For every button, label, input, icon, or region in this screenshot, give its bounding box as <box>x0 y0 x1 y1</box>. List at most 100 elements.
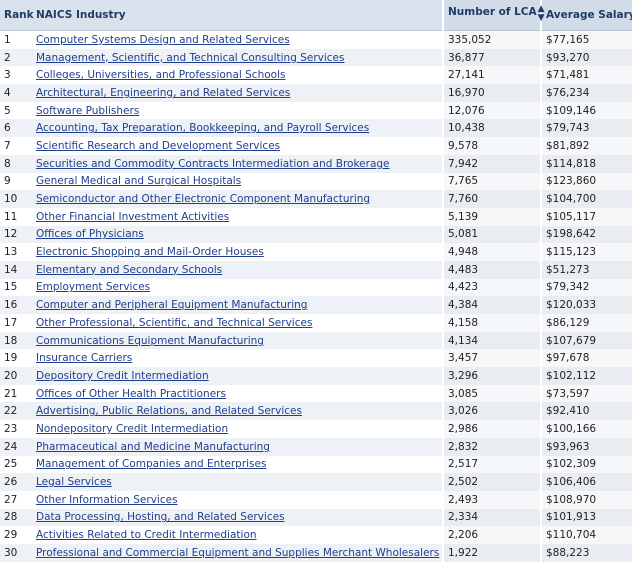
industry-link[interactable]: Scientific Research and Development Serv… <box>36 140 280 152</box>
industry-link[interactable]: Other Professional, Scientific, and Tech… <box>36 317 312 329</box>
industry-link[interactable]: Pharmaceutical and Medicine Manufacturin… <box>36 441 270 453</box>
average-salary-cell: $110,704 <box>540 526 632 544</box>
industry-link[interactable]: Offices of Physicians <box>36 228 144 240</box>
lca-count-cell: 1,922 <box>442 543 541 562</box>
rank-cell: 26 <box>0 473 32 491</box>
average-salary-cell: $92,410 <box>540 402 632 421</box>
lca-count-cell: 4,483 <box>442 260 541 279</box>
lca-count-cell: 2,986 <box>442 420 541 438</box>
industry-cell: Advertising, Public Relations, and Relat… <box>32 402 443 421</box>
industry-link[interactable]: Activities Related to Credit Intermediat… <box>36 529 257 541</box>
industry-link[interactable]: Professional and Commercial Equipment an… <box>36 547 439 559</box>
rank-cell: 16 <box>0 296 32 314</box>
rank-cell: 18 <box>0 331 32 350</box>
rank-cell: 10 <box>0 190 32 208</box>
rank-cell: 21 <box>0 384 32 403</box>
rank-cell: 15 <box>0 278 32 297</box>
industry-column-header[interactable]: NAICS Industry <box>32 0 443 31</box>
table-row: 6 Accounting, Tax Preparation, Bookkeepin… <box>0 119 632 138</box>
lca-count-cell: 5,139 <box>442 207 541 226</box>
lca-count-cell: 10,438 <box>442 119 541 138</box>
industry-link[interactable]: General Medical and Surgical Hospitals <box>36 175 241 187</box>
industry-link[interactable]: Software Publishers <box>36 105 139 117</box>
sort-arrows-icon[interactable]: ▲ ▼ <box>538 5 545 23</box>
industry-link[interactable]: Data Processing, Hosting, and Related Se… <box>36 511 285 523</box>
industry-link[interactable]: Computer and Peripheral Equipment Manufa… <box>36 299 307 311</box>
rank-cell: 25 <box>0 455 32 474</box>
industry-link[interactable]: Architectural, Engineering, and Related … <box>36 87 290 99</box>
industry-link[interactable]: Offices of Other Health Practitioners <box>36 388 226 400</box>
table-header: Rank NAICS Industry Number of LCA▲ ▼ Aver… <box>0 0 636 31</box>
industry-link[interactable]: Securities and Commodity Contracts Inter… <box>36 158 390 170</box>
lca-industry-table-view: Rank NAICS Industry Number of LCA▲ ▼ Aver… <box>0 0 640 562</box>
rank-column-header[interactable]: Rank <box>0 0 34 31</box>
lca-count-cell: 2,502 <box>442 473 541 491</box>
rank-cell: 27 <box>0 490 32 509</box>
industry-cell: Computer Systems Design and Related Serv… <box>32 30 443 49</box>
rank-cell: 5 <box>0 101 32 120</box>
rank-cell: 11 <box>0 207 32 226</box>
industry-link[interactable]: Nondepository Credit Intermediation <box>36 423 228 435</box>
industry-link[interactable]: Insurance Carriers <box>36 352 132 364</box>
industry-cell: Scientific Research and Development Serv… <box>32 137 443 155</box>
average-salary-cell: $77,165 <box>540 30 632 49</box>
average-salary-column-header[interactable]: Average Salary <box>540 0 636 31</box>
lca-count-cell: 2,493 <box>442 490 541 509</box>
rank-cell: 7 <box>0 137 32 155</box>
industry-cell: Management of Companies and Enterprises <box>32 455 443 474</box>
industry-link[interactable]: Semiconductor and Other Electronic Compo… <box>36 193 370 205</box>
industry-link[interactable]: Legal Services <box>36 476 112 488</box>
industry-cell: Colleges, Universities, and Professional… <box>32 66 443 85</box>
table-row: 4 Architectural, Engineering, and Related… <box>0 84 632 102</box>
industry-cell: Other Professional, Scientific, and Tech… <box>32 314 443 332</box>
industry-cell: Pharmaceutical and Medicine Manufacturin… <box>32 437 443 456</box>
industry-link[interactable]: Electronic Shopping and Mail-Order House… <box>36 246 264 258</box>
average-salary-cell: $120,033 <box>540 296 632 314</box>
industry-link[interactable]: Other Financial Investment Activities <box>36 211 229 223</box>
industry-link[interactable]: Advertising, Public Relations, and Relat… <box>36 405 302 417</box>
lca-count-cell: 9,578 <box>442 137 541 155</box>
rank-cell: 29 <box>0 526 32 544</box>
industry-link[interactable]: Colleges, Universities, and Professional… <box>36 69 285 81</box>
industry-cell: Management, Scientific, and Technical Co… <box>32 48 443 67</box>
industry-link[interactable]: Elementary and Secondary Schools <box>36 264 222 276</box>
lca-count-cell: 2,517 <box>442 455 541 474</box>
average-salary-cell: $88,223 <box>540 543 632 562</box>
table-row: 23 Nondepository Credit Intermediation 2,9… <box>0 420 632 438</box>
rank-cell: 19 <box>0 349 32 368</box>
average-salary-cell: $105,117 <box>540 207 632 226</box>
industry-link[interactable]: Management of Companies and Enterprises <box>36 458 266 470</box>
industry-link[interactable]: Employment Services <box>36 281 150 293</box>
average-salary-cell: $115,123 <box>540 243 632 261</box>
average-salary-cell: $109,146 <box>540 101 632 120</box>
industry-link[interactable]: Computer Systems Design and Related Serv… <box>36 34 290 46</box>
industry-link[interactable]: Management, Scientific, and Technical Co… <box>36 52 344 64</box>
average-salary-cell: $71,481 <box>540 66 632 85</box>
rank-cell: 17 <box>0 314 32 332</box>
lca-count-cell: 4,134 <box>442 331 541 350</box>
industry-link[interactable]: Accounting, Tax Preparation, Bookkeeping… <box>36 122 369 134</box>
rank-cell: 4 <box>0 84 32 102</box>
rank-cell: 24 <box>0 437 32 456</box>
average-salary-cell: $100,166 <box>540 420 632 438</box>
industry-link[interactable]: Depository Credit Intermediation <box>36 370 209 382</box>
industry-cell: General Medical and Surgical Hospitals <box>32 172 443 191</box>
industry-link[interactable]: Communications Equipment Manufacturing <box>36 335 264 347</box>
average-salary-cell: $79,342 <box>540 278 632 297</box>
average-salary-cell: $101,913 <box>540 508 632 527</box>
lca-count-cell: 27,141 <box>442 66 541 85</box>
average-salary-cell: $108,970 <box>540 490 632 509</box>
table-row: 13 Electronic Shopping and Mail-Order Hou… <box>0 243 632 261</box>
industry-cell: Employment Services <box>32 278 443 297</box>
industry-cell: Securities and Commodity Contracts Inter… <box>32 154 443 173</box>
average-salary-cell: $102,309 <box>540 455 632 474</box>
rank-cell: 22 <box>0 402 32 421</box>
page-edge <box>632 0 640 562</box>
industry-link[interactable]: Other Information Services <box>36 494 178 506</box>
rank-cell: 9 <box>0 172 32 191</box>
rank-cell: 28 <box>0 508 32 527</box>
industry-cell: Nondepository Credit Intermediation <box>32 420 443 438</box>
average-salary-cell: $93,963 <box>540 437 632 456</box>
lca-count-column-header[interactable]: Number of LCA▲ ▼ <box>442 0 545 31</box>
table-row: 1 Computer Systems Design and Related Ser… <box>0 30 632 49</box>
